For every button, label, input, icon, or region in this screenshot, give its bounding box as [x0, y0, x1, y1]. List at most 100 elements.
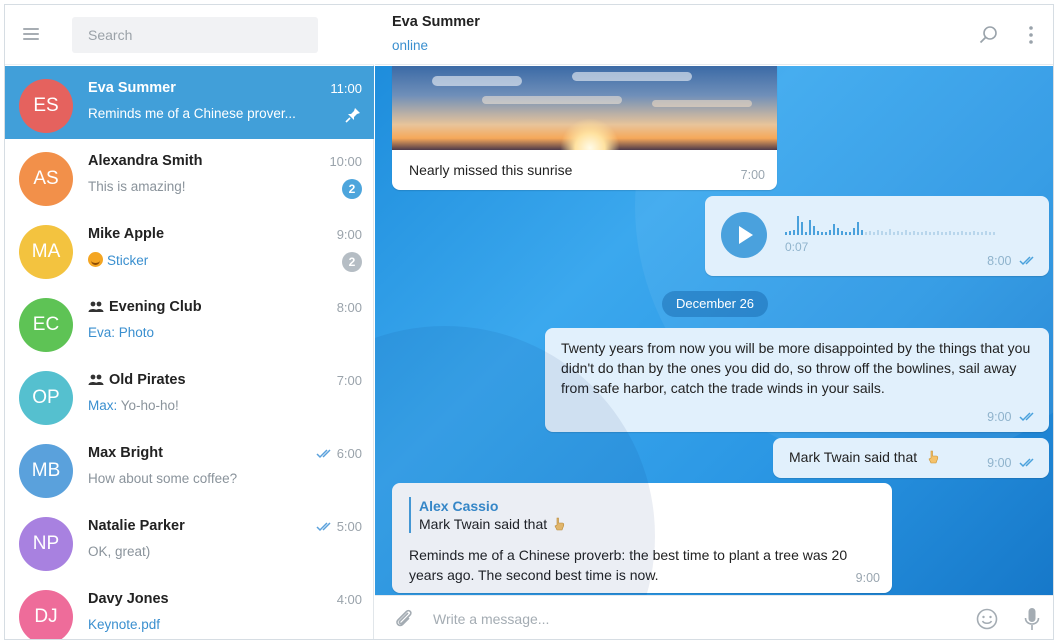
chat-preview-text: Photo [118, 325, 155, 340]
chat-time: 4:00 [336, 592, 362, 607]
chat-preview: Sticker [88, 252, 328, 272]
left-header [5, 5, 374, 65]
hamburger-menu-icon[interactable] [21, 23, 43, 45]
pin-icon [345, 108, 360, 123]
message-text: Mark Twain said that [789, 449, 918, 465]
reply-snippet-row: Mark Twain said that [419, 515, 565, 533]
chat-item-alexandra-smith[interactable]: AS Alexandra Smith 10:00 This is amazing… [5, 139, 374, 212]
telegram-window: ES Eva Summer 11:00 Reminds me of a Chin… [4, 4, 1054, 640]
chat-name-row: Evening Club [88, 299, 328, 319]
group-icon [88, 374, 104, 385]
unread-badge: 2 [342, 179, 362, 199]
avatar: MA [19, 225, 73, 279]
peer-name[interactable]: Eva Summer [392, 14, 480, 30]
avatar: NP [19, 517, 73, 571]
chat-name: Natalie Parker [88, 518, 185, 534]
photo-caption: Nearly missed this sunrise [409, 162, 573, 178]
double-check-icon [1019, 412, 1034, 422]
chat-preview: This is amazing! [88, 179, 186, 194]
chat-time-row: 6:00 [316, 446, 362, 461]
chat-preview: Reminds me of a Chinese prover... [88, 106, 296, 121]
chat-time: 10:00 [329, 154, 362, 169]
pointing-hand-emoji-icon [928, 450, 939, 464]
message-time-row: 9:00 [987, 410, 1037, 424]
message-area[interactable]: Nearly missed this sunrise 7:00 0:07 8:0… [375, 66, 1053, 595]
photo-message[interactable]: Nearly missed this sunrise 7:00 [392, 66, 777, 190]
chat-time: 7:00 [336, 373, 362, 388]
avatar: ES [19, 79, 73, 133]
chat-preview: Max: Yo-ho-ho! [88, 398, 328, 418]
chat-name: Alexandra Smith [88, 153, 203, 169]
chat-preview: Keynote.pdf [88, 617, 161, 632]
avatar: AS [19, 152, 73, 206]
peer-status: online [392, 38, 429, 53]
message-composer [375, 595, 1053, 639]
reply-snippet: Mark Twain said that [419, 516, 548, 532]
chat-item-eva-summer[interactable]: ES Eva Summer 11:00 Reminds me of a Chin… [5, 66, 374, 139]
emoji-icon[interactable] [975, 607, 999, 631]
double-check-icon [316, 522, 331, 532]
microphone-icon[interactable] [1023, 606, 1041, 632]
chat-item-natalie-parker[interactable]: NP Natalie Parker 5:00 OK, great) [5, 504, 374, 577]
chat-list-panel: ES Eva Summer 11:00 Reminds me of a Chin… [5, 5, 374, 639]
voice-message[interactable]: 0:07 8:00 [705, 196, 1049, 276]
sticker-emoji-icon [88, 252, 103, 267]
chat-item-max-bright[interactable]: MB Max Bright 6:00 How about some coffee… [5, 431, 374, 504]
chat-preview-text: Sticker [107, 253, 149, 268]
chat-time-row: 5:00 [316, 519, 362, 534]
sunrise-photo[interactable] [392, 66, 777, 150]
chat-name: Old Pirates [109, 372, 186, 388]
chat-item-old-pirates[interactable]: OP Old Pirates 7:00 Max: Yo-ho-ho! [5, 358, 374, 431]
message-text: Reminds me of a Chinese proverb: the bes… [409, 547, 848, 583]
avatar: MB [19, 444, 73, 498]
message-text-row: Mark Twain said that [789, 449, 939, 465]
reply-quote[interactable]: Alex Cassio Mark Twain said that [409, 497, 565, 533]
search-icon[interactable] [977, 23, 1001, 47]
paperclip-icon[interactable] [393, 607, 415, 631]
chat-item-davy-jones[interactable]: DJ Davy Jones 4:00 Keynote.pdf [5, 577, 374, 639]
message-time: 9:00 [987, 410, 1012, 424]
avatar: DJ [19, 590, 73, 639]
message-time-row: 9:00 [987, 456, 1037, 470]
group-icon [88, 301, 104, 312]
conversation-panel: Eva Summer online Nearly missed this sun… [375, 5, 1053, 639]
pointing-hand-emoji-icon [554, 517, 565, 531]
chat-name: Eva Summer [88, 80, 176, 96]
chat-name: Evening Club [109, 299, 202, 315]
chat-item-mike-apple[interactable]: MA Mike Apple 9:00 Sticker 2 [5, 212, 374, 285]
message-input[interactable] [433, 604, 953, 634]
waveform[interactable] [785, 214, 1025, 236]
unread-badge-muted: 2 [342, 252, 362, 272]
message-time: 9:00 [855, 571, 880, 585]
play-button[interactable] [721, 212, 767, 258]
chat-preview: Eva: Photo [88, 325, 328, 345]
search-box [72, 17, 318, 53]
chat-time: 9:00 [336, 227, 362, 242]
chat-time: 6:00 [336, 446, 362, 461]
chat-preview-text: Yo-ho-ho! [120, 398, 179, 413]
chat-header: Eva Summer online [375, 5, 1053, 65]
chat-preview: OK, great) [88, 544, 151, 559]
double-check-icon [316, 449, 331, 459]
message-time: 8:00 [987, 254, 1012, 268]
chat-preview-sender: Eva: [88, 325, 119, 340]
quote-message[interactable]: Twenty years from now you will be more d… [545, 328, 1049, 432]
double-check-icon [1019, 458, 1034, 468]
chat-name: Max Bright [88, 445, 163, 461]
double-check-icon [1019, 256, 1034, 266]
chat-name: Mike Apple [88, 226, 165, 242]
more-vertical-icon[interactable] [1023, 23, 1039, 47]
reply-message[interactable]: Alex Cassio Mark Twain said that Reminds… [392, 483, 892, 593]
twain-message[interactable]: Mark Twain said that 9:00 [773, 438, 1049, 478]
avatar: OP [19, 371, 73, 425]
chat-preview-sender: Max: [88, 398, 121, 413]
chat-time: 5:00 [336, 519, 362, 534]
voice-duration: 0:07 [785, 240, 809, 254]
chat-list: ES Eva Summer 11:00 Reminds me of a Chin… [5, 66, 374, 639]
date-badge: December 26 [662, 291, 769, 317]
chat-preview: How about some coffee? [88, 471, 238, 486]
message-time-row: 8:00 [987, 254, 1037, 268]
chat-item-evening-club[interactable]: EC Evening Club 8:00 Eva: Photo [5, 285, 374, 358]
chat-name: Davy Jones [88, 591, 169, 607]
search-input[interactable] [72, 17, 318, 53]
